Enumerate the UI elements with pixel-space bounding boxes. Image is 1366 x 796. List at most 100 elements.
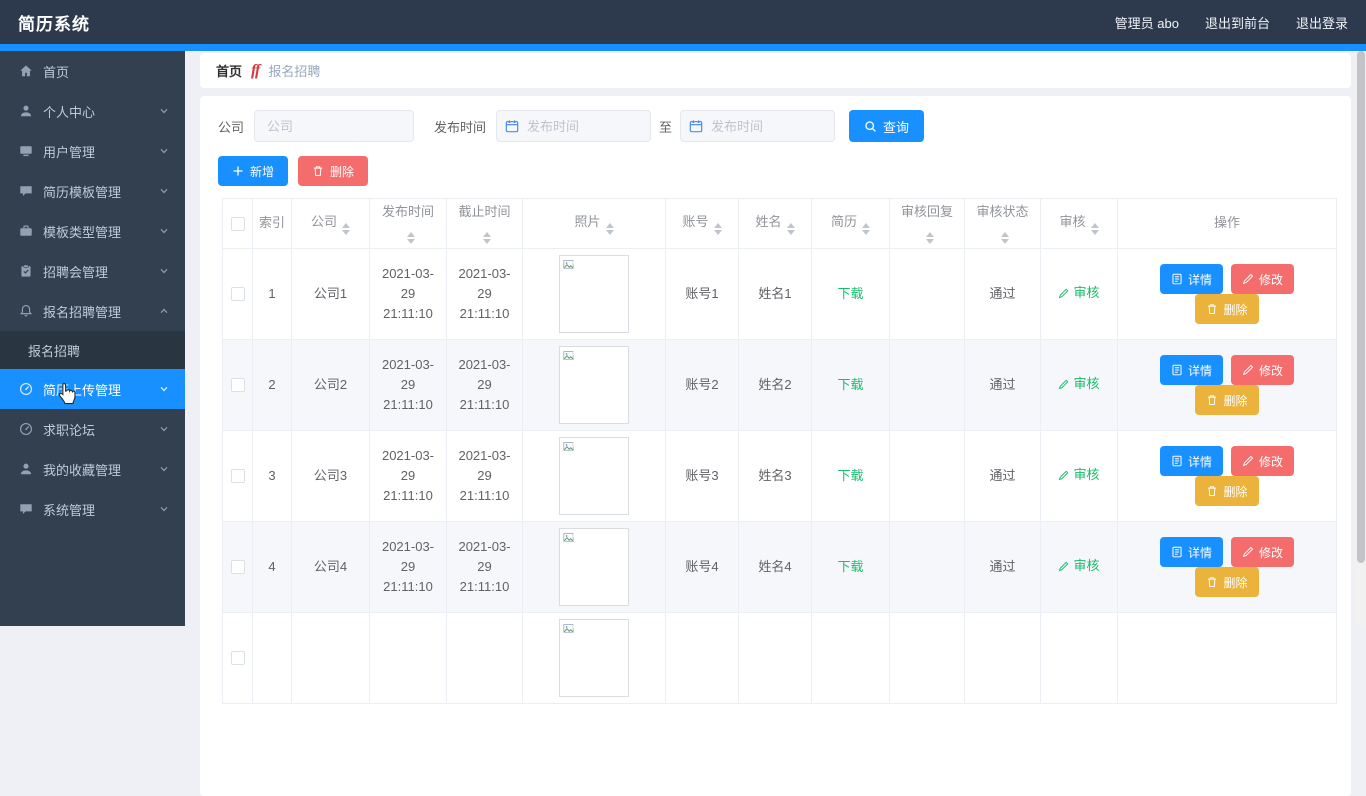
table-row: 1 公司1 2021-03-29 21:11:10 2021-03-29 21:11:…: [222, 248, 1337, 340]
sidebar-item[interactable]: 报名招聘管理: [0, 291, 185, 331]
delete-row-button[interactable]: 删除: [1195, 476, 1259, 506]
edit-icon: [1242, 273, 1254, 285]
chevron-down-icon: [159, 106, 169, 116]
select-all-checkbox[interactable]: [230, 216, 245, 231]
sidebar-item-label: 简历模板管理: [43, 184, 122, 200]
add-button[interactable]: 新增: [218, 156, 289, 186]
logout-link[interactable]: 退出登录: [1296, 13, 1348, 32]
sort-icon[interactable]: [483, 231, 491, 244]
row-checkbox[interactable]: [230, 560, 245, 575]
table-row: 2 公司2 2021-03-29 21:11:10 2021-03-29 21:11:…: [222, 339, 1337, 431]
detail-button[interactable]: 详情: [1159, 537, 1223, 567]
audit-link[interactable]: 审核: [1058, 374, 1100, 394]
sidebar-item[interactable]: 招聘会管理: [0, 251, 185, 291]
edit-button[interactable]: 修改: [1231, 355, 1295, 385]
photo-placeholder: [559, 437, 629, 515]
company-cell: 公司1: [291, 248, 370, 340]
row-checkbox[interactable]: [230, 651, 245, 666]
trash-icon: [1206, 576, 1218, 588]
sidebar-subitem[interactable]: 报名招聘: [0, 331, 185, 369]
column-label: 审核: [1059, 213, 1086, 229]
publish-date-from-input[interactable]: [496, 110, 652, 142]
audit-link[interactable]: 审核: [1058, 556, 1100, 576]
sort-icon[interactable]: [406, 231, 415, 244]
company-label: 公司: [218, 119, 245, 135]
detail-button[interactable]: 详情: [1159, 264, 1223, 294]
audit-cell: 审核: [1040, 430, 1118, 522]
row-index-cell: 4: [252, 521, 292, 613]
date-to-label: 至: [659, 119, 673, 135]
sort-icon[interactable]: [713, 222, 722, 235]
sidebar-item[interactable]: 模板类型管理: [0, 211, 185, 251]
audit-cell: [1040, 612, 1118, 704]
edit-button-label: 修改: [1259, 272, 1284, 287]
chevron-down-icon: [159, 384, 169, 394]
calendar-icon: [505, 119, 519, 133]
row-checkbox[interactable]: [230, 469, 245, 484]
company-input[interactable]: [254, 110, 415, 142]
delete-row-button[interactable]: 删除: [1195, 385, 1259, 415]
sort-icon[interactable]: [1090, 222, 1099, 235]
delete-row-button[interactable]: 删除: [1195, 294, 1259, 324]
resume-download-link[interactable]: 下载: [837, 557, 863, 577]
briefcase-icon: [19, 224, 34, 239]
row-index-cell: 1: [252, 248, 292, 340]
sort-icon[interactable]: [862, 222, 870, 235]
breadcrumb-current: 报名招聘: [268, 64, 321, 79]
sidebar-item[interactable]: 我的收藏管理: [0, 449, 185, 489]
edit-button[interactable]: 修改: [1231, 264, 1295, 294]
edit-button[interactable]: 修改: [1231, 446, 1295, 476]
chevron-down-icon: [159, 266, 169, 276]
sidebar-item[interactable]: 求职论坛: [0, 409, 185, 449]
photo-placeholder: [559, 346, 629, 424]
sidebar-item[interactable]: 系统管理: [0, 489, 185, 529]
scrollbar-thumb[interactable]: [1357, 51, 1365, 563]
admin-user-label[interactable]: 管理员 abo: [1115, 13, 1179, 32]
user-icon: [19, 104, 34, 119]
table-header-cell: 照片: [522, 198, 666, 249]
audit-link[interactable]: 审核: [1058, 465, 1100, 485]
name-cell: 姓名2: [738, 339, 812, 431]
column-label: 审核状态: [976, 204, 1029, 220]
sidebar-item[interactable]: 首页: [0, 51, 185, 91]
table-header-cell: 审核回复: [889, 198, 965, 249]
navbar-links: 管理员 abo 退出到前台 退出登录: [1115, 13, 1348, 32]
sort-icon[interactable]: [786, 222, 795, 235]
breadcrumb-home[interactable]: 首页: [216, 61, 242, 80]
audit-link[interactable]: 审核: [1058, 283, 1100, 303]
resume-download-link[interactable]: 下载: [837, 375, 863, 395]
photo-placeholder: [559, 255, 629, 333]
sidebar-item[interactable]: 用户管理: [0, 131, 185, 171]
publish-date-label: 发布时间: [434, 119, 487, 135]
sidebar-item[interactable]: 简历模板管理: [0, 171, 185, 211]
sort-icon[interactable]: [605, 222, 614, 235]
publish-time-cell: 2021-03-29 21:11:10: [369, 430, 447, 522]
resume-download-link[interactable]: 下载: [837, 466, 863, 486]
breadcrumb: 首页 ff 报名招聘: [200, 53, 1351, 88]
photo-cell: [522, 339, 666, 431]
publish-date-to-input[interactable]: [680, 110, 836, 142]
detail-button[interactable]: 详情: [1159, 446, 1223, 476]
photo-cell: [522, 430, 666, 522]
delete-row-button-label: 删除: [1223, 575, 1248, 590]
delete-row-button[interactable]: 删除: [1195, 567, 1259, 597]
table-row: 3 公司3 2021-03-29 21:11:10 2021-03-29 21:11:…: [222, 430, 1337, 522]
row-checkbox[interactable]: [230, 378, 245, 393]
audit-reply-cell: [889, 430, 965, 522]
audit-link-label: 审核: [1073, 558, 1100, 574]
edit-icon: [1242, 364, 1254, 376]
table-header-cell: 账号: [665, 198, 739, 249]
detail-button[interactable]: 详情: [1159, 355, 1223, 385]
sidebar-item[interactable]: 个人中心: [0, 91, 185, 131]
delete-button[interactable]: 删除: [298, 156, 369, 186]
sort-icon[interactable]: [342, 222, 350, 235]
sort-icon[interactable]: [925, 231, 934, 244]
row-checkbox[interactable]: [230, 287, 245, 302]
edit-button[interactable]: 修改: [1231, 537, 1295, 567]
resume-download-link[interactable]: 下载: [837, 284, 863, 304]
exit-to-front-link[interactable]: 退出到前台: [1205, 13, 1270, 32]
query-button[interactable]: 查询: [849, 110, 925, 142]
sort-icon[interactable]: [1001, 231, 1009, 244]
sidebar-item[interactable]: 简历上传管理: [0, 369, 185, 409]
resume-cell: 下载: [811, 521, 890, 613]
